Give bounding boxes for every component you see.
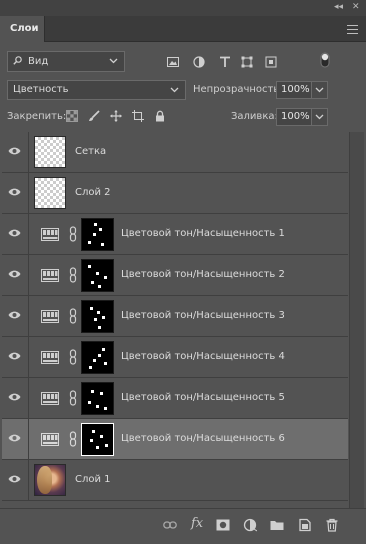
visibility-eye-icon[interactable] [8, 269, 21, 279]
new-adjustment-layer-icon[interactable] [243, 518, 257, 532]
chevron-down-icon [170, 87, 179, 93]
filter-kind-label: Вид [28, 56, 49, 67]
layer-row-selected[interactable]: Цветовой тон/Насыщенность 6 [2, 419, 348, 460]
visibility-eye-icon[interactable] [8, 310, 21, 320]
layer-row[interactable]: Цветовой тон/Насыщенность 4 [2, 337, 348, 378]
image-filter-icon[interactable] [167, 56, 179, 68]
blend-mode-value: Цветность [13, 84, 69, 95]
delete-layer-icon[interactable] [325, 518, 339, 532]
layer-name: Цветовой тон/Насыщенность 1 [121, 228, 285, 239]
lock-transparent-pixels-icon[interactable] [66, 110, 78, 122]
opacity-label: Непрозрачность: [193, 84, 283, 95]
layer-mask-thumbnail[interactable] [81, 300, 114, 333]
layer-name: Цветовой тон/Насыщенность 2 [121, 269, 285, 280]
hue-saturation-adjustment-icon[interactable] [41, 392, 59, 405]
visibility-eye-icon[interactable] [8, 433, 21, 443]
chevron-down-icon [315, 114, 324, 120]
filter-kind-select[interactable]: Вид [7, 51, 125, 72]
layer-row[interactable]: Слой 1 [2, 460, 348, 501]
layers-bottom-toolbar: fx [0, 508, 366, 544]
visibility-eye-icon[interactable] [8, 392, 21, 402]
layer-row[interactable]: Цветовой тон/Насыщенность 2 [2, 255, 348, 296]
link-icon[interactable] [69, 390, 77, 406]
link-icon[interactable] [69, 267, 77, 283]
link-icon[interactable] [69, 308, 77, 324]
layer-mask-thumbnail[interactable] [81, 382, 114, 415]
layer-name: Цветовой тон/Насыщенность 6 [121, 433, 285, 444]
close-icon[interactable]: ✕ [352, 2, 360, 13]
layer-mask-thumbnail[interactable] [81, 341, 114, 374]
link-icon[interactable] [69, 349, 77, 365]
visibility-eye-icon[interactable] [8, 351, 21, 361]
shape-filter-icon[interactable] [241, 56, 253, 68]
opacity-dropdown[interactable] [312, 81, 328, 99]
layer-name: Цветовой тон/Насыщенность 4 [121, 351, 285, 362]
opacity-input[interactable]: 100% [276, 81, 312, 99]
lock-all-icon[interactable] [154, 110, 166, 122]
collapse-icon[interactable]: ◂◂ [334, 2, 343, 13]
chevron-down-icon [315, 87, 324, 93]
layer-row[interactable]: Сетка [2, 132, 348, 173]
layer-name: Слой 2 [75, 187, 111, 198]
fill-dropdown[interactable] [312, 108, 328, 126]
layer-mask-thumbnail[interactable] [81, 423, 114, 456]
layer-thumbnail [34, 177, 66, 209]
layer-thumbnail [34, 136, 66, 168]
lock-position-icon[interactable] [110, 110, 122, 122]
type-filter-icon[interactable] [219, 56, 231, 68]
fill-input[interactable]: 100% [276, 108, 312, 126]
lock-image-pixels-icon[interactable] [88, 110, 100, 122]
new-group-folder-icon[interactable] [270, 518, 284, 532]
layer-name: Сетка [75, 146, 107, 157]
layer-row[interactable]: Слой 2 [2, 173, 348, 214]
hue-saturation-adjustment-icon[interactable] [41, 269, 59, 282]
visibility-eye-icon[interactable] [8, 187, 21, 197]
new-layer-icon[interactable] [298, 518, 312, 532]
fx-icon[interactable]: fx [191, 516, 203, 531]
layer-mask-thumbnail[interactable] [81, 218, 114, 251]
lock-label: Закрепить: [7, 111, 67, 122]
layers-scrollbar[interactable] [349, 132, 364, 508]
layer-name: Цветовой тон/Насыщенность 3 [121, 310, 285, 321]
layer-mask-thumbnail[interactable] [81, 259, 114, 292]
search-icon [13, 56, 22, 65]
layer-row[interactable]: Цветовой тон/Насыщенность 5 [2, 378, 348, 419]
layer-name: Цветовой тон/Насыщенность 5 [121, 392, 285, 403]
visibility-eye-icon[interactable] [8, 228, 21, 238]
chevron-down-icon [109, 58, 118, 64]
add-mask-icon[interactable] [216, 518, 230, 532]
hue-saturation-adjustment-icon[interactable] [41, 310, 59, 323]
adjustment-filter-icon[interactable] [193, 56, 205, 68]
hue-saturation-adjustment-icon[interactable] [41, 351, 59, 364]
link-layers-icon[interactable] [163, 518, 177, 532]
link-icon[interactable] [69, 431, 77, 447]
panel-title-strip: ◂◂ ✕ [0, 0, 366, 16]
fill-label: Заливка: [231, 111, 278, 122]
visibility-eye-icon[interactable] [8, 474, 21, 484]
blend-mode-select[interactable]: Цветность [7, 80, 186, 100]
tab-layers[interactable]: Слои [0, 16, 45, 42]
smart-object-filter-icon[interactable] [265, 56, 277, 68]
layers-list: Сетка Слой 2 Цветовой тон/Насыщенность 1… [2, 132, 348, 508]
hue-saturation-adjustment-icon[interactable] [41, 433, 59, 446]
link-icon[interactable] [69, 226, 77, 242]
layer-name: Слой 1 [75, 474, 111, 485]
panel-menu-icon[interactable] [347, 25, 358, 34]
visibility-eye-icon[interactable] [8, 146, 21, 156]
layer-row[interactable]: Цветовой тон/Насыщенность 3 [2, 296, 348, 337]
lock-artboard-icon[interactable] [132, 110, 144, 122]
filter-toggle-icon[interactable] [320, 52, 330, 68]
layer-photo-thumbnail [34, 464, 66, 496]
layer-row[interactable]: Цветовой тон/Насыщенность 1 [2, 214, 348, 255]
panel-tab-bar: Слои [0, 16, 366, 42]
hue-saturation-adjustment-icon[interactable] [41, 228, 59, 241]
